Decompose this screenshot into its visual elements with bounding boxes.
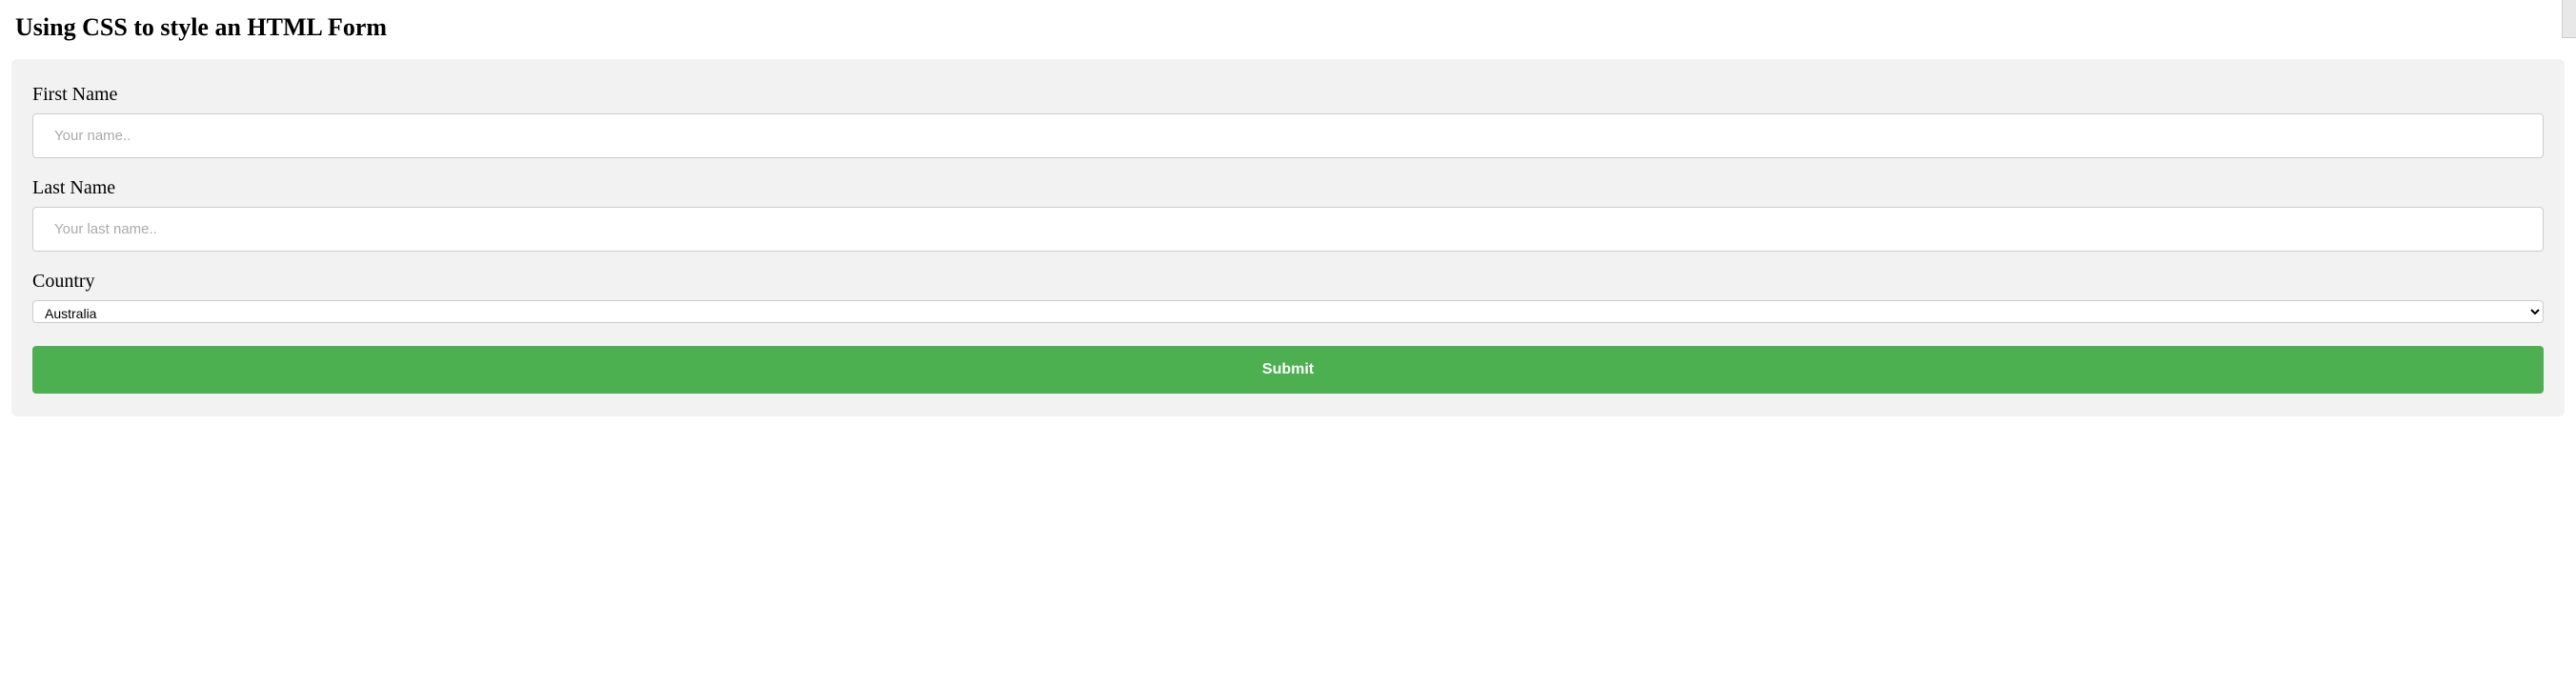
last-name-input[interactable]: [32, 207, 2544, 252]
scrollbar[interactable]: [2562, 0, 2576, 38]
country-label: Country: [32, 271, 2544, 293]
first-name-label: First Name: [32, 84, 2544, 106]
last-name-label: Last Name: [32, 177, 2544, 199]
first-name-input[interactable]: [32, 113, 2544, 158]
country-select[interactable]: Australia: [32, 300, 2544, 323]
form-container: First Name Last Name Country Australia S…: [11, 59, 2565, 416]
submit-button[interactable]: Submit: [32, 346, 2544, 394]
page-heading: Using CSS to style an HTML Form: [15, 13, 2565, 42]
